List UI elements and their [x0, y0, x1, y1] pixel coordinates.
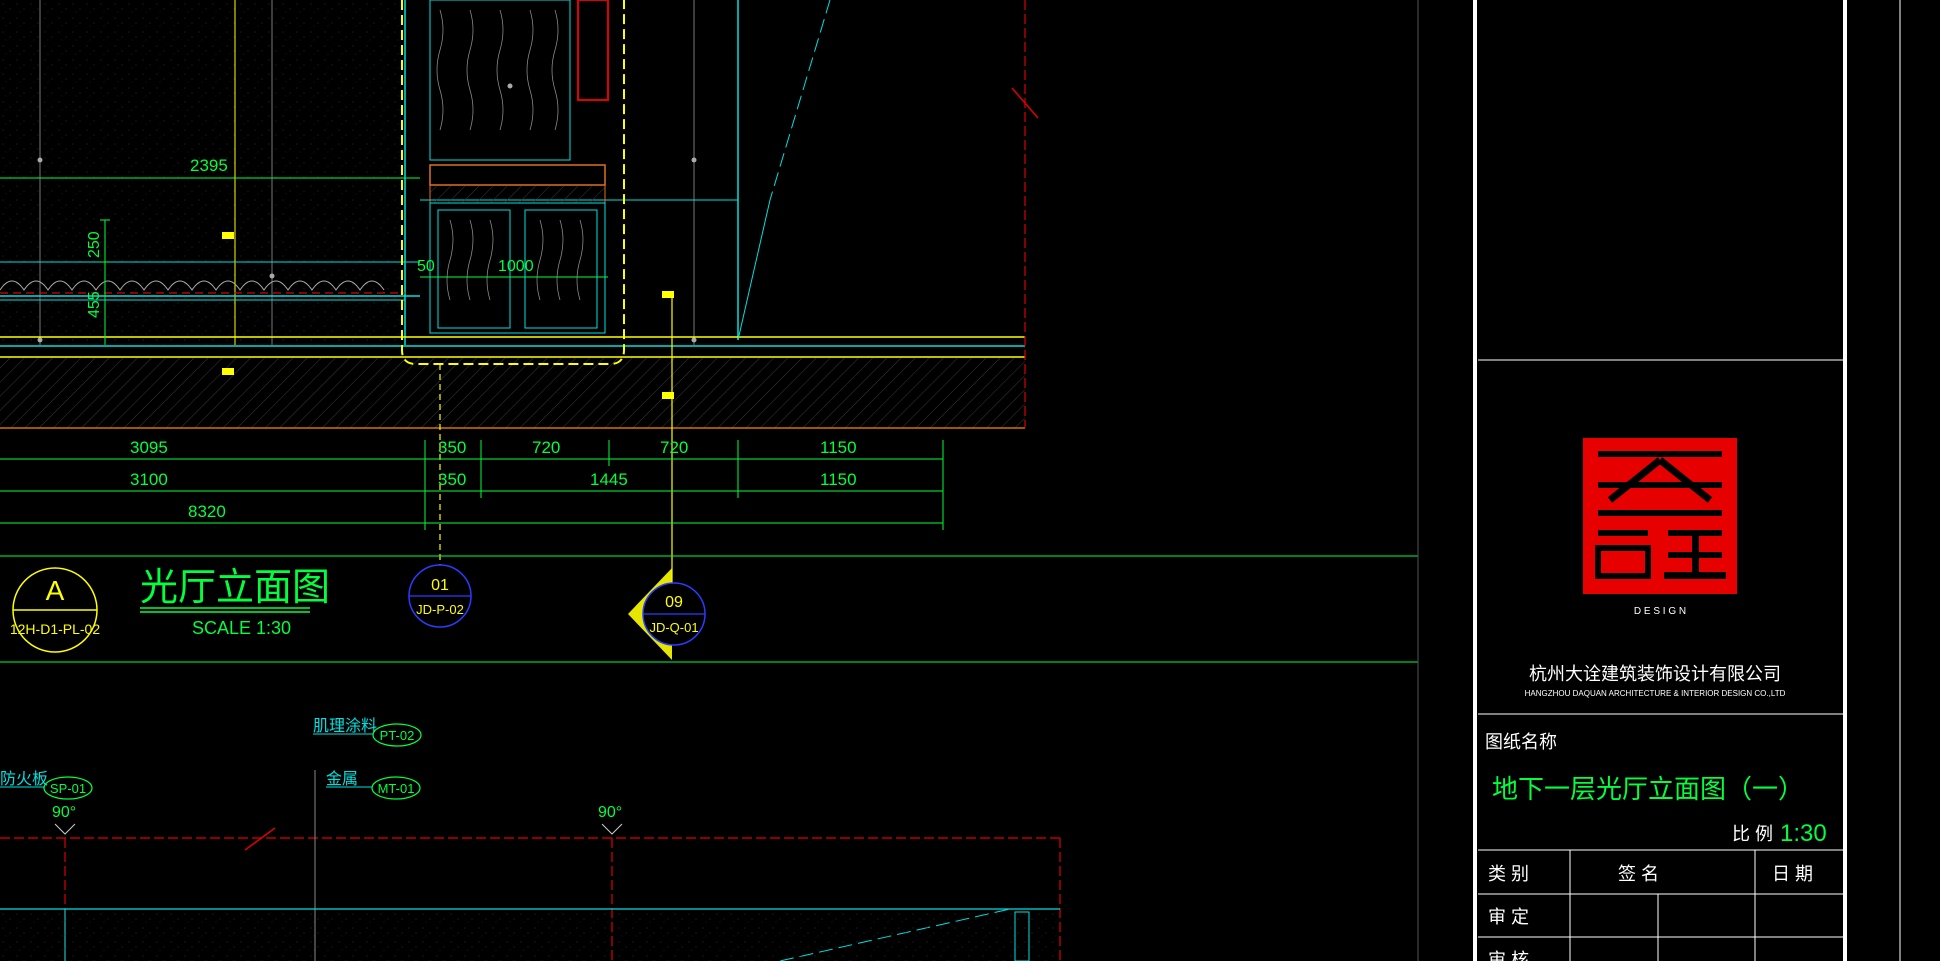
tag-sp-01: SP-01 — [50, 781, 86, 796]
dim-1445: 1445 — [590, 470, 628, 489]
view-tag-letter: A — [46, 575, 65, 606]
dim-720-a: 720 — [532, 438, 560, 457]
cad-drawing-canvas[interactable]: 2395 250 455 50 1000 3095 350 720 720 11… — [0, 0, 1940, 961]
header-date: 日 期 — [1772, 864, 1813, 884]
section-marker-09[interactable]: 09 JD-Q-01 — [628, 568, 706, 660]
row-review: 审 核 — [1488, 950, 1529, 961]
view-scale: SCALE 1:30 — [192, 618, 291, 638]
row-approve: 审 定 — [1488, 907, 1529, 927]
elevation-drawing — [0, 0, 1039, 590]
tag-mt-01: MT-01 — [378, 781, 415, 796]
dim-2395: 2395 — [190, 156, 228, 175]
scale-value: 1:30 — [1780, 820, 1827, 847]
tag-pt-02: PT-02 — [380, 728, 415, 743]
company-name-en: HANGZHOU DAQUAN ARCHITECTURE & INTERIOR … — [1525, 689, 1786, 698]
marker-09-num: 09 — [665, 594, 683, 611]
dim-3100: 3100 — [130, 470, 168, 489]
title-block: D E S I G N 杭州大诠建筑装饰设计有限公司 HANGZHOU DAQU… — [1417, 0, 1940, 961]
marker-01-code: JD-P-02 — [416, 602, 464, 617]
dim-350-b: 350 — [438, 470, 466, 489]
dim-1000: 1000 — [498, 258, 534, 275]
drawing-name: 地下一层光厅立面图（一） — [1492, 774, 1804, 804]
dim-455: 455 — [86, 291, 103, 318]
angle-label-1: 90° — [52, 804, 76, 821]
floor-slab-hatch — [0, 358, 1025, 428]
company-name-cn: 杭州大诠建筑装饰设计有限公司 — [1529, 664, 1781, 684]
dim-720-b: 720 — [660, 438, 688, 457]
dim-350-a: 350 — [438, 438, 466, 457]
scale-label: 比 例 — [1732, 824, 1773, 844]
lower-elevation: 肌理涂料 PT-02 防火板 SP-01 金属 MT-01 90° 90° — [0, 717, 1061, 961]
cabinet-outline — [401, 0, 625, 365]
company-logo — [1583, 438, 1737, 594]
label-texture-paint: 肌理涂料 — [313, 717, 377, 735]
section-marker-01[interactable]: 01 JD-P-02 — [408, 564, 472, 628]
view-tag-code: 12H-D1-PL-02 — [10, 621, 100, 637]
marker-09-code: JD-Q-01 — [649, 620, 698, 635]
header-category: 类 别 — [1488, 864, 1529, 884]
dim-50: 50 — [417, 258, 435, 275]
view-title: 光厅立面图 — [140, 567, 330, 609]
dim-3095: 3095 — [130, 438, 168, 457]
logo-subtitle: D E S I G N — [1634, 606, 1686, 617]
dim-1150-b: 1150 — [820, 470, 857, 489]
marker-01-num: 01 — [431, 577, 449, 594]
header-signature: 签 名 — [1618, 864, 1659, 884]
label-metal: 金属 — [326, 770, 358, 788]
drawing-name-label: 图纸名称 — [1485, 732, 1557, 752]
dim-1150-a: 1150 — [820, 438, 857, 457]
dimension-chains: 3095 350 720 720 1150 3100 350 1445 1150… — [0, 438, 944, 530]
view-title-tag[interactable]: A 12H-D1-PL-02 光厅立面图 SCALE 1:30 — [10, 567, 330, 653]
angle-label-2: 90° — [598, 804, 622, 821]
dim-250: 250 — [86, 231, 103, 258]
label-fire-board: 防火板 — [0, 770, 48, 788]
dim-8320: 8320 — [188, 502, 226, 521]
